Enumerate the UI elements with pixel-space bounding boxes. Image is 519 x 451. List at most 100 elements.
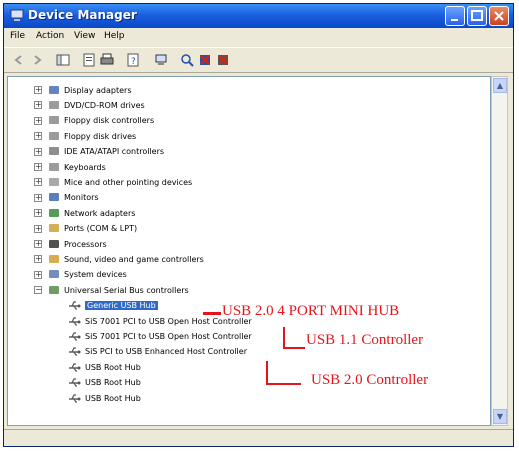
vertical-scrollbar[interactable]: ▲ ▼ — [491, 76, 508, 426]
minimize-icon — [451, 19, 458, 21]
mouse-icon — [49, 177, 59, 186]
annotation-usb20-hub: USB 2.0 4 PORT MINI HUB — [222, 303, 400, 319]
device-manager-icon — [10, 9, 24, 21]
minimize-button[interactable] — [445, 6, 465, 26]
ide-icon — [49, 147, 59, 156]
usb-device-label: USB Root Hub — [85, 378, 141, 388]
usb20-bracket-horizontal — [266, 383, 301, 385]
menu-file[interactable]: File — [10, 31, 25, 41]
sound-icon — [49, 254, 59, 263]
usb-device-label: SiS 7001 PCI to USB Open Host Controller — [85, 331, 252, 341]
usb-device-icon — [69, 378, 81, 387]
tree-category-row[interactable]: + Floppy disk drives — [34, 129, 136, 143]
tree-category-label: Universal Serial Bus controllers — [64, 285, 189, 295]
usb-device-row[interactable]: USB Root Hub — [68, 376, 141, 390]
menu-action[interactable]: Action — [36, 31, 64, 41]
expand-icon[interactable]: + — [34, 86, 42, 94]
menu-view[interactable]: View — [74, 31, 95, 41]
tree-category-label: IDE ATA/ATAPI controllers — [64, 147, 165, 157]
usb11-bracket-horizontal — [283, 347, 305, 349]
tree-category-row[interactable]: + DVD/CD-ROM drives — [34, 98, 145, 112]
scan-hardware-icon[interactable] — [180, 53, 194, 67]
usb-device-icon — [69, 347, 81, 356]
expand-icon[interactable]: + — [34, 147, 42, 156]
scroll-up-button[interactable]: ▲ — [493, 78, 507, 93]
print-icon[interactable] — [100, 53, 114, 67]
svg-text:?: ? — [131, 57, 136, 67]
help-icon[interactable]: ? — [126, 53, 140, 67]
expand-icon[interactable]: + — [34, 101, 42, 110]
toolbar: ? — [4, 47, 513, 73]
close-icon — [494, 11, 504, 21]
usb-device-row[interactable]: SiS 7001 PCI to USB Open Host Controller — [68, 329, 252, 343]
floppy-drive-icon — [49, 131, 59, 140]
usb-icon — [49, 285, 59, 294]
menu-bar: File Action View Help — [4, 28, 513, 46]
expand-icon[interactable]: + — [34, 193, 42, 202]
expand-icon[interactable]: + — [34, 209, 42, 218]
expand-icon[interactable]: + — [34, 240, 42, 248]
tree-category-row[interactable]: + Network adapters — [34, 206, 135, 220]
tree-category-row[interactable]: + Display adapters — [34, 83, 132, 97]
tree-category-row[interactable]: + Keyboards — [34, 160, 106, 174]
expand-icon[interactable]: + — [34, 163, 42, 171]
usb-device-label: USB Root Hub — [85, 393, 141, 403]
tree-category-label: Network adapters — [64, 208, 136, 218]
expand-icon[interactable]: + — [34, 255, 42, 264]
window-title: Device Manager — [28, 8, 137, 22]
back-icon[interactable] — [12, 53, 26, 67]
tree-category-row[interactable]: + Sound, video and game controllers — [34, 252, 204, 266]
computer-icon[interactable] — [154, 53, 168, 67]
uninstall-device-icon[interactable] — [216, 53, 230, 67]
tree-category-row[interactable]: + Monitors — [34, 191, 99, 205]
disable-device-icon[interactable] — [198, 53, 212, 67]
title-bar[interactable]: Device Manager — [4, 4, 513, 28]
hub-callout-line — [203, 312, 221, 315]
tree-category-row[interactable]: − Universal Serial Bus controllers — [34, 283, 189, 297]
tree-category-label: Processors — [64, 239, 107, 249]
tree-category-label: Keyboards — [64, 162, 106, 172]
tree-category-label: Mice and other pointing devices — [64, 177, 193, 187]
forward-icon[interactable] — [30, 53, 44, 67]
tree-category-row[interactable]: + IDE ATA/ATAPI controllers — [34, 145, 164, 159]
annotation-usb20-controller: USB 2.0 Controller — [311, 372, 429, 388]
device-manager-window: Device Manager File Action View Help ? +… — [3, 3, 514, 447]
keyboard-icon — [49, 162, 59, 171]
menu-help[interactable]: Help — [104, 31, 125, 41]
maximize-button[interactable] — [467, 6, 487, 26]
tree-category-row[interactable]: + Floppy disk controllers — [34, 114, 154, 128]
annotation-usb11-controller: USB 1.1 Controller — [306, 332, 424, 348]
usb-device-icon — [69, 301, 81, 310]
usb-device-icon — [69, 316, 81, 326]
scroll-up-icon: ▲ — [496, 81, 504, 90]
tree-category-label: Display adapters — [64, 85, 132, 95]
usb-device-row[interactable]: USB Root Hub — [68, 360, 141, 374]
expand-icon[interactable]: + — [34, 224, 42, 233]
scroll-down-button[interactable]: ▼ — [493, 409, 507, 424]
tree-category-row[interactable]: + Processors — [34, 237, 107, 251]
monitor-icon — [49, 193, 59, 202]
usb-device-row[interactable]: USB Root Hub — [68, 391, 141, 405]
usb-device-icon — [69, 363, 81, 372]
collapse-icon[interactable]: − — [34, 286, 42, 295]
properties-icon[interactable] — [82, 53, 96, 67]
close-button[interactable] — [489, 6, 509, 26]
tree-category-label: System devices — [64, 270, 127, 280]
display-icon — [49, 85, 59, 94]
usb-device-label-selected: Generic USB Hub — [85, 301, 158, 311]
expand-icon[interactable]: + — [34, 132, 42, 141]
usb-device-row[interactable]: Generic USB Hub — [68, 299, 158, 313]
expand-icon[interactable]: + — [34, 178, 42, 187]
usb-device-label: USB Root Hub — [85, 362, 141, 372]
maximize-icon — [471, 10, 483, 21]
expand-icon[interactable]: + — [34, 270, 42, 279]
usb-device-row[interactable]: SiS PCI to USB Enhanced Host Controller — [68, 345, 247, 359]
cdrom-icon — [49, 100, 59, 109]
tree-category-row[interactable]: + Mice and other pointing devices — [34, 175, 192, 189]
expand-icon[interactable]: + — [34, 116, 42, 125]
tree-category-row[interactable]: + System devices — [34, 268, 127, 282]
console-tree-icon[interactable] — [56, 53, 70, 67]
tree-category-row[interactable]: + Ports (COM & LPT) — [34, 222, 137, 236]
port-icon — [49, 224, 59, 233]
floppy-controller-icon — [49, 116, 59, 125]
